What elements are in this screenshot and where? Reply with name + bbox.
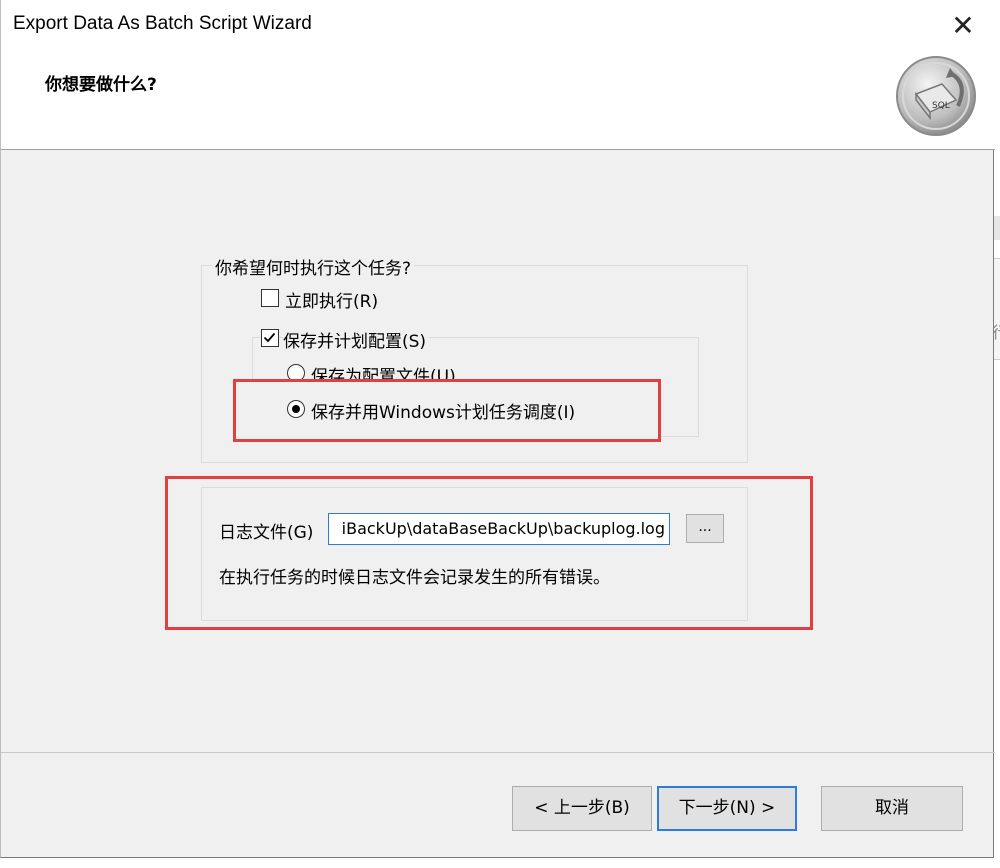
run-now-label: 立即执行(R): [285, 292, 379, 312]
save-and-schedule-label: 保存并用Windows计划任务调度(I): [311, 403, 576, 423]
footer-separator: [1, 752, 995, 753]
background-window-panel: 行: [992, 258, 1000, 360]
close-button[interactable]: ✕: [945, 8, 981, 44]
radio-selected-dot: [291, 404, 300, 413]
window-title: Export Data As Batch Script Wizard: [13, 13, 312, 34]
next-button[interactable]: 下一步(N) >: [657, 786, 797, 831]
wizard-header: [1, 52, 995, 150]
checkmark-icon: [263, 332, 276, 343]
save-and-schedule-radio[interactable]: [287, 400, 305, 418]
back-button[interactable]: < 上一步(B): [512, 786, 652, 831]
cancel-button[interactable]: 取消: [821, 786, 963, 831]
run-now-checkbox[interactable]: [261, 289, 279, 307]
save-schedule-checkbox[interactable]: [261, 329, 279, 347]
wizard-dialog: Export Data As Batch Script Wizard ✕ 你想要…: [0, 0, 995, 858]
close-icon: ✕: [951, 9, 975, 42]
sql-export-logo-icon: SQL: [894, 54, 978, 138]
save-schedule-label: 保存并计划配置(S): [283, 327, 430, 352]
background-window-strip: [994, 216, 1000, 240]
page-heading: 你想要做什么?: [45, 75, 157, 95]
schedule-group-title: 你希望何时执行这个任务?: [212, 254, 415, 279]
highlight-box-log: [165, 476, 813, 630]
logo-text: SQL: [932, 101, 950, 111]
